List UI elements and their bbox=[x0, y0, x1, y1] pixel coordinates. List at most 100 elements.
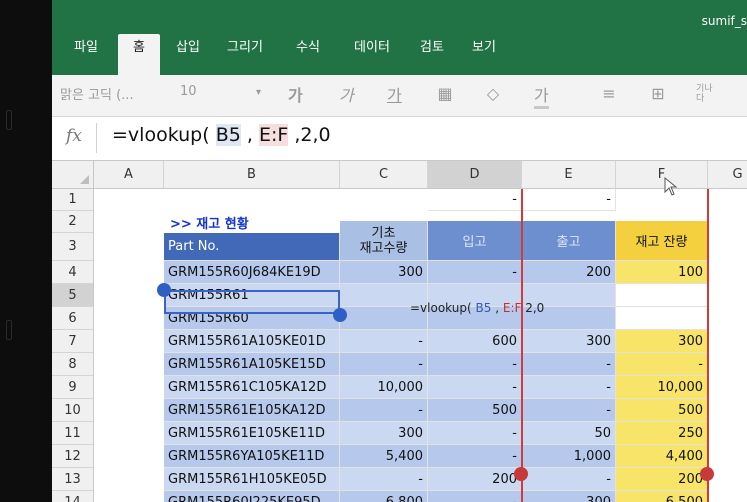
cell-part-no[interactable]: GRM155R61C105KA12D bbox=[164, 376, 340, 399]
inline-formula-editor[interactable]: =vlookup( B5 , E:F 2,0 bbox=[410, 301, 544, 315]
cell-part-no[interactable]: GRM155R61E105KA12D bbox=[164, 399, 340, 422]
tab-file[interactable]: 파일 bbox=[66, 34, 106, 75]
tab-view[interactable]: 보기 bbox=[464, 34, 504, 75]
cell-remaining[interactable]: 500 bbox=[616, 399, 708, 422]
column-header-f[interactable]: F bbox=[616, 161, 708, 189]
wrap-text-button[interactable]: 기나 다 bbox=[696, 84, 713, 104]
cell-base-stock[interactable]: - bbox=[340, 399, 428, 422]
cell-inbound[interactable]: - bbox=[428, 491, 522, 502]
tab-draw[interactable]: 그리기 bbox=[220, 34, 270, 75]
active-cell-b5[interactable] bbox=[164, 290, 340, 314]
row-header-7[interactable]: 7 bbox=[52, 330, 94, 353]
cell-outbound[interactable]: - bbox=[522, 353, 616, 376]
cell-base-stock[interactable]: 10,000 bbox=[340, 376, 428, 399]
cell-inbound[interactable]: 500 bbox=[428, 399, 522, 422]
header-part-no[interactable]: Part No. bbox=[164, 233, 340, 261]
cell-inbound[interactable]: - bbox=[428, 353, 522, 376]
cell-inbound[interactable]: 600 bbox=[428, 330, 522, 353]
cell-outbound[interactable]: - bbox=[522, 399, 616, 422]
header-inbound[interactable]: 입고 bbox=[428, 221, 522, 261]
cell-outbound[interactable]: 50 bbox=[522, 422, 616, 445]
align-icon[interactable]: ≡ bbox=[598, 83, 620, 105]
column-header-a[interactable]: A bbox=[94, 161, 164, 189]
cell-remaining[interactable]: 300 bbox=[616, 330, 708, 353]
italic-button[interactable]: 가 bbox=[339, 82, 354, 106]
cell-base-stock[interactable]: - bbox=[340, 468, 428, 491]
tab-formulas[interactable]: 수식 bbox=[288, 34, 328, 75]
row-header-10[interactable]: 10 bbox=[52, 399, 94, 422]
cell-base-stock[interactable]: - bbox=[340, 353, 428, 376]
cell-remaining[interactable]: 6,500 bbox=[616, 491, 708, 502]
range-handle-right[interactable] bbox=[700, 467, 714, 481]
spreadsheet-grid[interactable]: A B C D E F G 1234567891011121314--Part … bbox=[52, 161, 747, 502]
tab-data[interactable]: 데이터 bbox=[344, 34, 400, 75]
row-header-4[interactable]: 4 bbox=[52, 261, 94, 284]
font-size-select[interactable]: 10 bbox=[180, 84, 197, 99]
cell-base-stock[interactable]: - bbox=[340, 330, 428, 353]
cell-remaining[interactable]: 10,000 bbox=[616, 376, 708, 399]
tab-review[interactable]: 검토 bbox=[412, 34, 452, 75]
underline-button[interactable]: 가 bbox=[387, 82, 402, 106]
tab-insert[interactable]: 삽입 bbox=[168, 34, 208, 75]
cell-outbound[interactable]: 300 bbox=[522, 491, 616, 502]
cell-e1[interactable]: - bbox=[522, 189, 616, 211]
cell-part-no[interactable]: GRM155R61H105KE05D bbox=[164, 468, 340, 491]
cell-part-no[interactable]: GRM155R60J225KE95D bbox=[164, 491, 340, 502]
cell-outbound[interactable]: 1,000 bbox=[522, 445, 616, 468]
cell-remaining[interactable]: 4,400 bbox=[616, 445, 708, 468]
font-size-dropdown-icon[interactable]: ▾ bbox=[256, 87, 261, 98]
cell-part-no[interactable]: GRM155R61E105KE11D bbox=[164, 422, 340, 445]
cell-inbound[interactable]: - bbox=[428, 445, 522, 468]
column-header-d[interactable]: D bbox=[428, 161, 522, 189]
selection-handle-top-left[interactable] bbox=[157, 283, 171, 297]
cell-outbound[interactable]: - bbox=[522, 376, 616, 399]
font-name-select[interactable]: 맑은 고딕 (... bbox=[60, 84, 134, 103]
cell-inbound[interactable]: - bbox=[428, 261, 522, 284]
row-header-8[interactable]: 8 bbox=[52, 353, 94, 376]
cell-base-stock[interactable]: 5,400 bbox=[340, 445, 428, 468]
row-header-3[interactable]: 3 bbox=[52, 233, 94, 261]
header-base-stock[interactable]: 기초 재고수량 bbox=[340, 221, 428, 261]
column-header-g[interactable]: G bbox=[708, 161, 747, 189]
cell-remaining[interactable]: 200 bbox=[616, 468, 708, 491]
cell-inbound[interactable]: 200 bbox=[428, 468, 522, 491]
header-outbound[interactable]: 출고 bbox=[522, 221, 616, 261]
selection-handle-bottom-right[interactable] bbox=[333, 308, 347, 322]
cell-d1[interactable]: - bbox=[428, 189, 522, 211]
row-header-12[interactable]: 12 bbox=[52, 445, 94, 468]
cell-base-stock[interactable]: 300 bbox=[340, 422, 428, 445]
row-header-13[interactable]: 13 bbox=[52, 468, 94, 491]
column-header-c[interactable]: C bbox=[340, 161, 428, 189]
cell-base-stock[interactable]: 300 bbox=[340, 261, 428, 284]
cell-remaining[interactable]: 100 bbox=[616, 261, 708, 284]
row-header-2[interactable]: 2 bbox=[52, 211, 94, 233]
header-remaining[interactable]: 재고 잔량 bbox=[616, 221, 708, 261]
cell-remaining[interactable] bbox=[616, 284, 708, 307]
range-handle-left[interactable] bbox=[514, 467, 528, 481]
cell-inbound[interactable]: - bbox=[428, 422, 522, 445]
function-icon[interactable]: fx bbox=[66, 126, 82, 146]
cell-remaining[interactable] bbox=[616, 307, 708, 330]
cell-outbound[interactable]: - bbox=[522, 468, 616, 491]
column-header-b[interactable]: B bbox=[164, 161, 340, 189]
row-header-14[interactable]: 14 bbox=[52, 491, 94, 502]
row-header-11[interactable]: 11 bbox=[52, 422, 94, 445]
cell-base-stock[interactable]: 6,800 bbox=[340, 491, 428, 502]
fill-color-icon[interactable]: ◇ bbox=[482, 83, 504, 105]
row-header-6[interactable]: 6 bbox=[52, 307, 94, 330]
column-header-e[interactable]: E bbox=[522, 161, 616, 189]
merge-cells-icon[interactable]: ⊞ bbox=[647, 83, 669, 105]
tab-home[interactable]: 홈 bbox=[118, 34, 160, 75]
row-header-9[interactable]: 9 bbox=[52, 376, 94, 399]
row-header-5[interactable]: 5 bbox=[52, 284, 94, 307]
select-all-corner[interactable] bbox=[52, 161, 94, 189]
cell-part-no[interactable]: GRM155R61A105KE01D bbox=[164, 330, 340, 353]
cell-part-no[interactable]: GRM155R61A105KE15D bbox=[164, 353, 340, 376]
formula-input[interactable]: =vlookup( B5 , E:F ,2,0 bbox=[112, 124, 331, 146]
cell-part-no[interactable]: GRM155R60J684KE19D bbox=[164, 261, 340, 284]
cell-inbound[interactable]: - bbox=[428, 376, 522, 399]
cell-remaining[interactable]: - bbox=[616, 353, 708, 376]
cell-outbound[interactable]: 200 bbox=[522, 261, 616, 284]
bold-button[interactable]: 가 bbox=[288, 82, 303, 106]
borders-icon[interactable]: ▦ bbox=[434, 83, 456, 105]
